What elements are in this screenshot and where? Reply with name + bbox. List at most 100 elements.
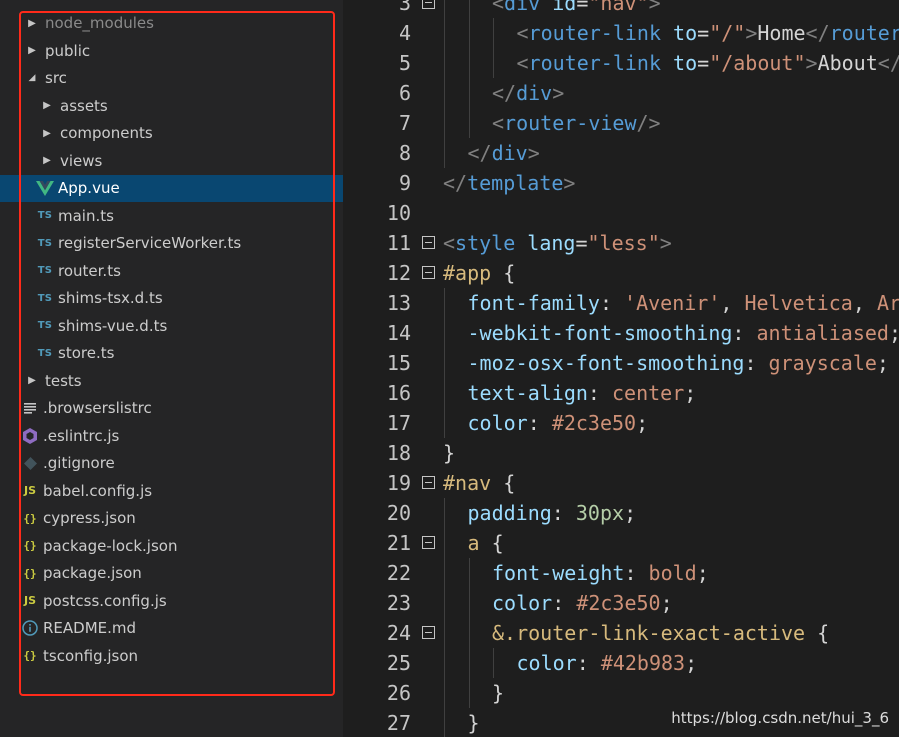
fold-toggle-icon[interactable] (422, 0, 435, 9)
tree-item-label: router.ts (58, 261, 121, 280)
fold-toggle-icon[interactable] (422, 236, 435, 249)
code-line[interactable]: 4<router-link to="/">Home</router-link> (343, 18, 899, 48)
code-line[interactable]: 6 </div> (343, 78, 899, 108)
code-line[interactable]: 7 <router-view/> (343, 108, 899, 138)
tree-item-label: README.md (43, 619, 137, 637)
code-token: < (492, 111, 505, 135)
typescript-file-icon: TS (37, 265, 53, 276)
code-text: text-align: center; (468, 378, 697, 408)
code-token: </ (805, 21, 830, 45)
tree-file-tsconfig-json[interactable]: {} tsconfig.json (0, 642, 343, 669)
json-file-icon: {} (23, 649, 37, 662)
code-token: , (720, 291, 745, 315)
code-token: About (817, 51, 878, 75)
tree-file-router-ts[interactable]: TS router.ts (0, 257, 343, 284)
code-editor[interactable]: 3 <div id="nav"> 4 <router-link to="/">Home… (343, 0, 899, 737)
tree-folder-components[interactable]: ▶ components (0, 120, 343, 147)
indent-guide (444, 528, 445, 558)
code-token: > (527, 141, 540, 165)
tree-file-shims-tsx-d-ts[interactable]: TS shims-tsx.d.ts (0, 285, 343, 312)
tree-item-label: assets (60, 96, 108, 115)
code-token: &.router-link-exact-active (492, 621, 806, 645)
tree-file-postcss-config-js[interactable]: JS postcss.config.js (0, 587, 343, 614)
code-line[interactable]: 25 color: #42b983; (343, 648, 899, 678)
tree-folder-views[interactable]: ▶ views (0, 147, 343, 174)
tree-file--browserslistrc[interactable]: .browserslistrc (0, 395, 343, 422)
code-token: > (745, 21, 758, 45)
code-line[interactable]: 15 -moz-osx-font-smoothing: grayscale; (343, 348, 899, 378)
indent-guide (444, 138, 445, 168)
code-token: > (648, 0, 661, 15)
code-text: -webkit-font-smoothing: antialiased; (468, 318, 899, 348)
code-token: center (612, 381, 685, 405)
code-text: } (468, 708, 480, 737)
fold-toggle-icon[interactable] (422, 626, 435, 639)
code-token: 'Avenir' (624, 291, 721, 315)
tree-file-package-lock-json[interactable]: {} package-lock.json (0, 532, 343, 559)
code-line[interactable]: 21 a { (343, 528, 899, 558)
line-number: 21 (386, 531, 411, 555)
code-line[interactable]: 19 #nav { (343, 468, 899, 498)
code-text: &.router-link-exact-active { (492, 618, 829, 648)
line-number: 19 (386, 471, 411, 495)
tree-file-babel-config-js[interactable]: JS babel.config.js (0, 477, 343, 504)
vue-file-icon (34, 180, 56, 196)
tree-file-main-ts[interactable]: TS main.ts (0, 202, 343, 229)
code-token: 30px (575, 501, 625, 525)
tree-folder-public[interactable]: ▶ public (0, 37, 343, 64)
code-token: ; (636, 411, 649, 435)
tree-file-app-vue[interactable]: App.vue (0, 174, 343, 202)
code-token: to (673, 51, 698, 75)
tree-file-store-ts[interactable]: TS store.ts (0, 340, 343, 367)
code-token: lang (527, 231, 576, 255)
tree-file-shims-vue-d-ts[interactable]: TS shims-vue.d.ts (0, 312, 343, 339)
tree-item-label: .browserslistrc (43, 399, 152, 417)
code-line[interactable]: 17 color: #2c3e50; (343, 408, 899, 438)
code-line[interactable]: 14 -webkit-font-smoothing: antialiased; (343, 318, 899, 348)
code-line[interactable]: 8 </div> (343, 138, 899, 168)
line-number: 7 (398, 111, 411, 135)
code-token: antialiased (756, 321, 889, 345)
tree-file-cypress-json[interactable]: {} cypress.json (0, 505, 343, 532)
tree-folder-node-modules[interactable]: ▶ node_modules (0, 10, 343, 37)
code-line[interactable]: 18} (343, 438, 899, 468)
tree-item-label: .eslintrc.js (43, 426, 120, 445)
code-text: #app { (443, 258, 515, 288)
code-line[interactable]: 23 color: #2c3e50; (343, 588, 899, 618)
code-line[interactable]: 12 #app { (343, 258, 899, 288)
code-line[interactable]: 20 padding: 30px; (343, 498, 899, 528)
indent-guide (468, 48, 470, 78)
code-line[interactable]: 3 <div id="nav"> (343, 0, 899, 18)
fold-toggle-icon[interactable] (422, 266, 435, 279)
chevron-right-icon: ▶ (28, 17, 36, 29)
code-token: router-view (504, 111, 637, 135)
tree-folder-tests[interactable]: ▶ tests (0, 367, 343, 394)
tree-folder-src[interactable]: ◢ src (0, 65, 343, 92)
code-line[interactable]: 16 text-align: center; (343, 378, 899, 408)
code-token: color (492, 591, 553, 615)
code-line[interactable]: 5<router-link to="/about">About</router-… (343, 48, 899, 78)
tree-file-readme-md[interactable]: README.md (0, 615, 343, 642)
code-line[interactable]: 9 </template> (343, 168, 899, 198)
tree-item-label: components (60, 124, 153, 142)
tree-file--gitignore[interactable]: .gitignore (0, 450, 343, 477)
code-token: = (697, 51, 710, 75)
indent-guide (444, 78, 445, 108)
fold-toggle-icon[interactable] (422, 476, 435, 489)
code-line[interactable]: 11 <style lang="less"> (343, 228, 899, 258)
tree-file--eslintrc-js[interactable]: .eslintrc.js (0, 422, 343, 449)
code-line[interactable]: 13 font-family: 'Avenir', Helvetica, Aria… (343, 288, 899, 318)
typescript-file-icon: TS (37, 292, 53, 304)
code-line[interactable]: 26} (343, 678, 899, 708)
code-line[interactable]: 22 font-weight: bold; (343, 558, 899, 588)
code-line[interactable]: 24 &.router-link-exact-active { (343, 618, 899, 648)
code-token: </ (877, 51, 899, 75)
tree-folder-assets[interactable]: ▶ assets (0, 92, 343, 119)
code-line[interactable]: 10 (343, 198, 899, 228)
tree-file-package-json[interactable]: {} package.json (0, 560, 343, 587)
code-text: } (443, 438, 455, 468)
code-token: < (492, 0, 505, 15)
fold-toggle-icon[interactable] (422, 536, 435, 549)
tree-file-registerserviceworker-ts[interactable]: TS registerServiceWorker.ts (0, 230, 343, 257)
indent-guide (468, 18, 470, 48)
